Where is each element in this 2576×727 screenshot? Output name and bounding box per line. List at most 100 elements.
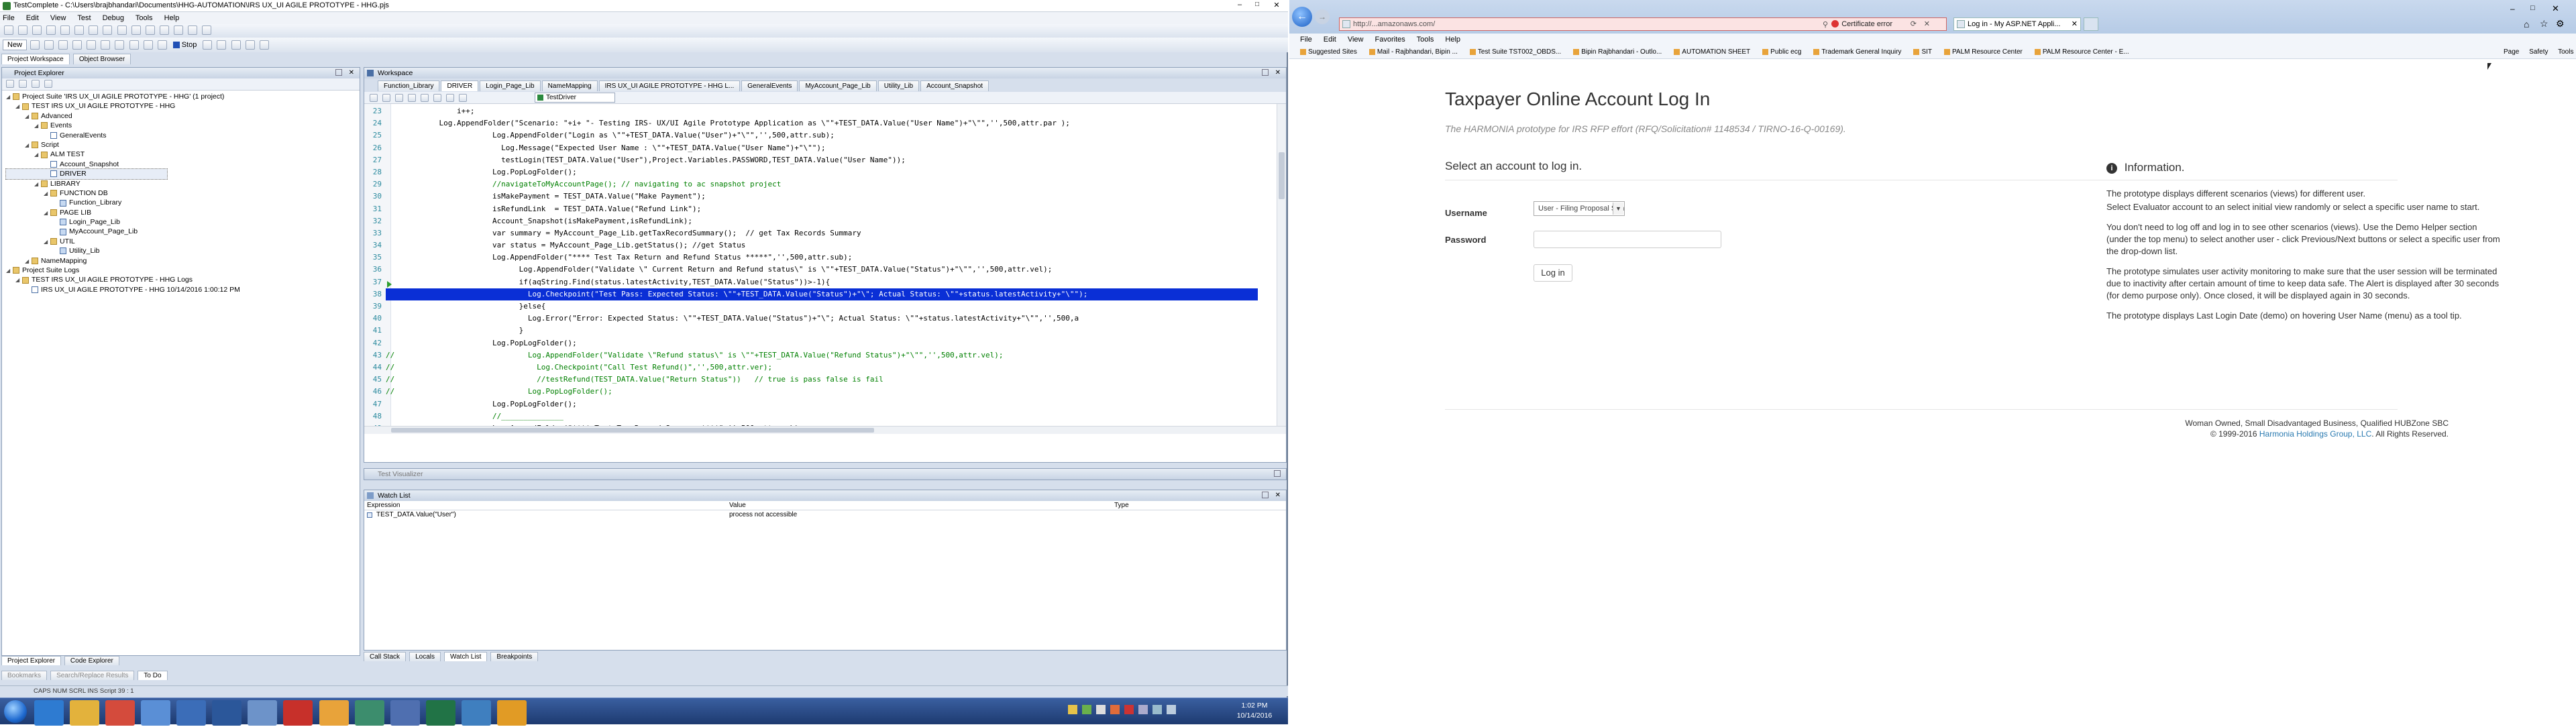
routine-icon[interactable] <box>395 94 404 103</box>
bookmark-toggle-icon[interactable] <box>421 94 429 103</box>
menu-help[interactable]: Help <box>164 14 180 22</box>
tray-icon-1[interactable] <box>1068 705 1077 714</box>
menu-view[interactable]: View <box>50 14 66 22</box>
back-button[interactable]: ← <box>1292 7 1312 27</box>
watch-col-expression[interactable]: Expression <box>367 501 400 510</box>
tray-icon-2[interactable] <box>1082 705 1092 714</box>
tree-node[interactable]: ◢ Project Suite Logs <box>6 266 360 275</box>
certificate-error-label[interactable]: Certificate error <box>1841 18 1892 30</box>
network-icon[interactable] <box>1152 705 1163 714</box>
tree-node[interactable]: MyAccount_Page_Lib <box>6 227 360 236</box>
tree-node[interactable]: ◢ TEST IRS UX_UI AGILE PROTOTYPE - HHG <box>6 101 360 111</box>
expand-toggle-icon[interactable]: ◢ <box>44 189 49 199</box>
browser-tab[interactable]: Log in - My ASP.NET Appli... ✕ <box>1953 17 2081 31</box>
home-icon[interactable]: ⌂ <box>2524 19 2529 30</box>
new-button[interactable]: New <box>3 40 28 51</box>
tab-close-icon[interactable]: ✕ <box>2072 18 2078 30</box>
tree-node[interactable]: ◢ ALM TEST <box>6 150 360 159</box>
code-line[interactable]: 26 Log.Message("Expected User Name : \""… <box>366 142 1265 154</box>
run-icon[interactable] <box>131 25 141 35</box>
cmd-page[interactable]: Page <box>2504 48 2519 56</box>
close-button[interactable]: ✕ <box>1268 1 1285 11</box>
doc-tab[interactable]: Utility_Lib <box>877 80 920 91</box>
add-icon[interactable] <box>44 40 54 50</box>
watch-row[interactable]: TEST_DATA.Value("User") process not acce… <box>364 510 1286 520</box>
doc-tab[interactable]: DRIVER <box>441 80 479 91</box>
address-bar[interactable]: http://...amazonaws.com/ ⚲ Certificate e… <box>1339 17 1947 31</box>
favorites-star-icon[interactable]: ☆ <box>2540 18 2548 30</box>
favorite-link[interactable]: SIT <box>1913 48 1932 56</box>
taskbar-app10-icon[interactable] <box>354 700 384 726</box>
workspace-pin-icon[interactable] <box>1262 69 1269 76</box>
tree-node[interactable]: ◢ Project Suite 'IRS UX_UI AGILE PROTOTYP… <box>6 92 360 101</box>
tree-node[interactable]: ◢ UTIL <box>6 237 360 246</box>
tree-node[interactable]: Login_Page_Lib <box>6 217 360 227</box>
watch-pin-icon[interactable] <box>1262 492 1269 498</box>
tray-icon-6[interactable] <box>1138 705 1148 714</box>
menu-tools[interactable]: Tools <box>136 14 153 22</box>
taskbar-app5-icon[interactable] <box>176 700 207 726</box>
redo-icon[interactable] <box>46 25 56 35</box>
settings-icon[interactable] <box>145 25 155 35</box>
copy-icon[interactable] <box>74 25 85 35</box>
forward-icon[interactable] <box>382 94 391 103</box>
cut-icon[interactable] <box>60 25 70 35</box>
expand-toggle-icon[interactable]: ◢ <box>15 102 21 111</box>
code-line[interactable]: 42 Log.PopLogFolder(); <box>366 337 1265 349</box>
watch-close-icon[interactable]: ✕ <box>1275 490 1281 501</box>
favorite-link[interactable]: Trademark General Inquiry <box>1813 48 1901 56</box>
comment-toggle-icon[interactable] <box>446 94 455 103</box>
code-line[interactable]: 46 // Log.PopLogFolder(); <box>366 386 1265 398</box>
browser-close-button[interactable]: ✕ <box>2552 3 2559 14</box>
expand-toggle-icon[interactable]: ◢ <box>44 209 49 218</box>
favorite-link[interactable]: PALM Resource Center <box>1944 48 2023 56</box>
undo-icon[interactable] <box>32 25 42 35</box>
start-button[interactable] <box>4 700 27 723</box>
menu-test[interactable]: Test <box>77 14 91 22</box>
taskbar-excel-icon[interactable] <box>425 700 455 726</box>
favorite-link[interactable]: Bipin Rajbhandari - Outlo... <box>1573 48 1662 56</box>
map-icon[interactable] <box>173 25 183 35</box>
save-icon[interactable] <box>4 25 13 35</box>
format-icon[interactable] <box>408 94 417 103</box>
code-line[interactable]: 27 testLogin(TEST_DATA.Value("User"),Pro… <box>366 154 1265 166</box>
comment-icon[interactable] <box>87 40 97 50</box>
ie-menu-help[interactable]: Help <box>1445 36 1460 44</box>
step-out-icon[interactable] <box>231 40 241 50</box>
ie-menu-favorites[interactable]: Favorites <box>1375 36 1405 44</box>
step-over-icon[interactable] <box>203 40 213 50</box>
login-button[interactable]: Log in <box>1534 264 1572 282</box>
doc-tab[interactable]: NameMapping <box>541 80 598 91</box>
tree-node[interactable]: ◢ TEST IRS UX_UI AGILE PROTOTYPE - HHG Lo… <box>6 275 360 284</box>
doc-tab[interactable]: Login_Page_Lib <box>480 80 541 91</box>
expand-toggle-icon[interactable]: ◢ <box>25 112 30 121</box>
stop-button[interactable]: Stop <box>170 38 200 52</box>
tile-icon[interactable] <box>245 40 255 50</box>
favorite-link[interactable]: Public ecg <box>1762 48 1801 56</box>
code-line[interactable]: 32 Account_Snapshot(isMakePayment,isRefu… <box>366 215 1265 227</box>
record-icon[interactable] <box>117 25 127 35</box>
code-line[interactable]: 35 Log.AppendFolder("**** Test Tax Retur… <box>366 251 1265 264</box>
tree-node[interactable]: ◢ Script <box>6 140 360 150</box>
stop-load-icon[interactable]: ✕ <box>1924 18 1930 30</box>
taskbar-app11-icon[interactable] <box>390 700 420 726</box>
menu-file[interactable]: File <box>3 14 15 22</box>
clock[interactable]: 1:02 PM 10/14/2016 <box>1228 701 1281 721</box>
code-line[interactable]: 30 isMakePayment = TEST_DATA.Value("Make… <box>366 190 1265 203</box>
search-icon[interactable]: ⚲ <box>1823 19 1828 31</box>
watch-col-value[interactable]: Value <box>729 501 746 510</box>
code-editor[interactable]: 23 i++; 24 Log.AppendFolder("Scenario: "+… <box>364 104 1286 434</box>
routine-selector[interactable]: TestDriver <box>535 93 615 103</box>
tab-code-explorer[interactable]: Code Explorer <box>64 656 119 665</box>
watch-row-checkbox[interactable] <box>367 512 372 518</box>
outdent-icon[interactable] <box>72 40 83 50</box>
taskbar-testcomplete-icon[interactable] <box>496 700 527 726</box>
favorite-link[interactable]: Test Suite TST002_OBDS... <box>1469 48 1561 56</box>
doc-tab[interactable]: Account_Snapshot <box>920 80 989 91</box>
code-line[interactable]: 43 // Log.AppendFolder("Validate \"Refund… <box>366 349 1265 361</box>
tree-node[interactable]: IRS UX_UI AGILE PROTOTYPE - HHG 10/14/20… <box>6 285 360 294</box>
tab-watch-list[interactable]: Watch List <box>444 652 488 661</box>
tab-object-browser[interactable]: Object Browser <box>72 54 131 64</box>
taskbar-app7-icon[interactable] <box>248 700 278 726</box>
tab-search-replace[interactable]: Search/Replace Results <box>50 671 135 680</box>
